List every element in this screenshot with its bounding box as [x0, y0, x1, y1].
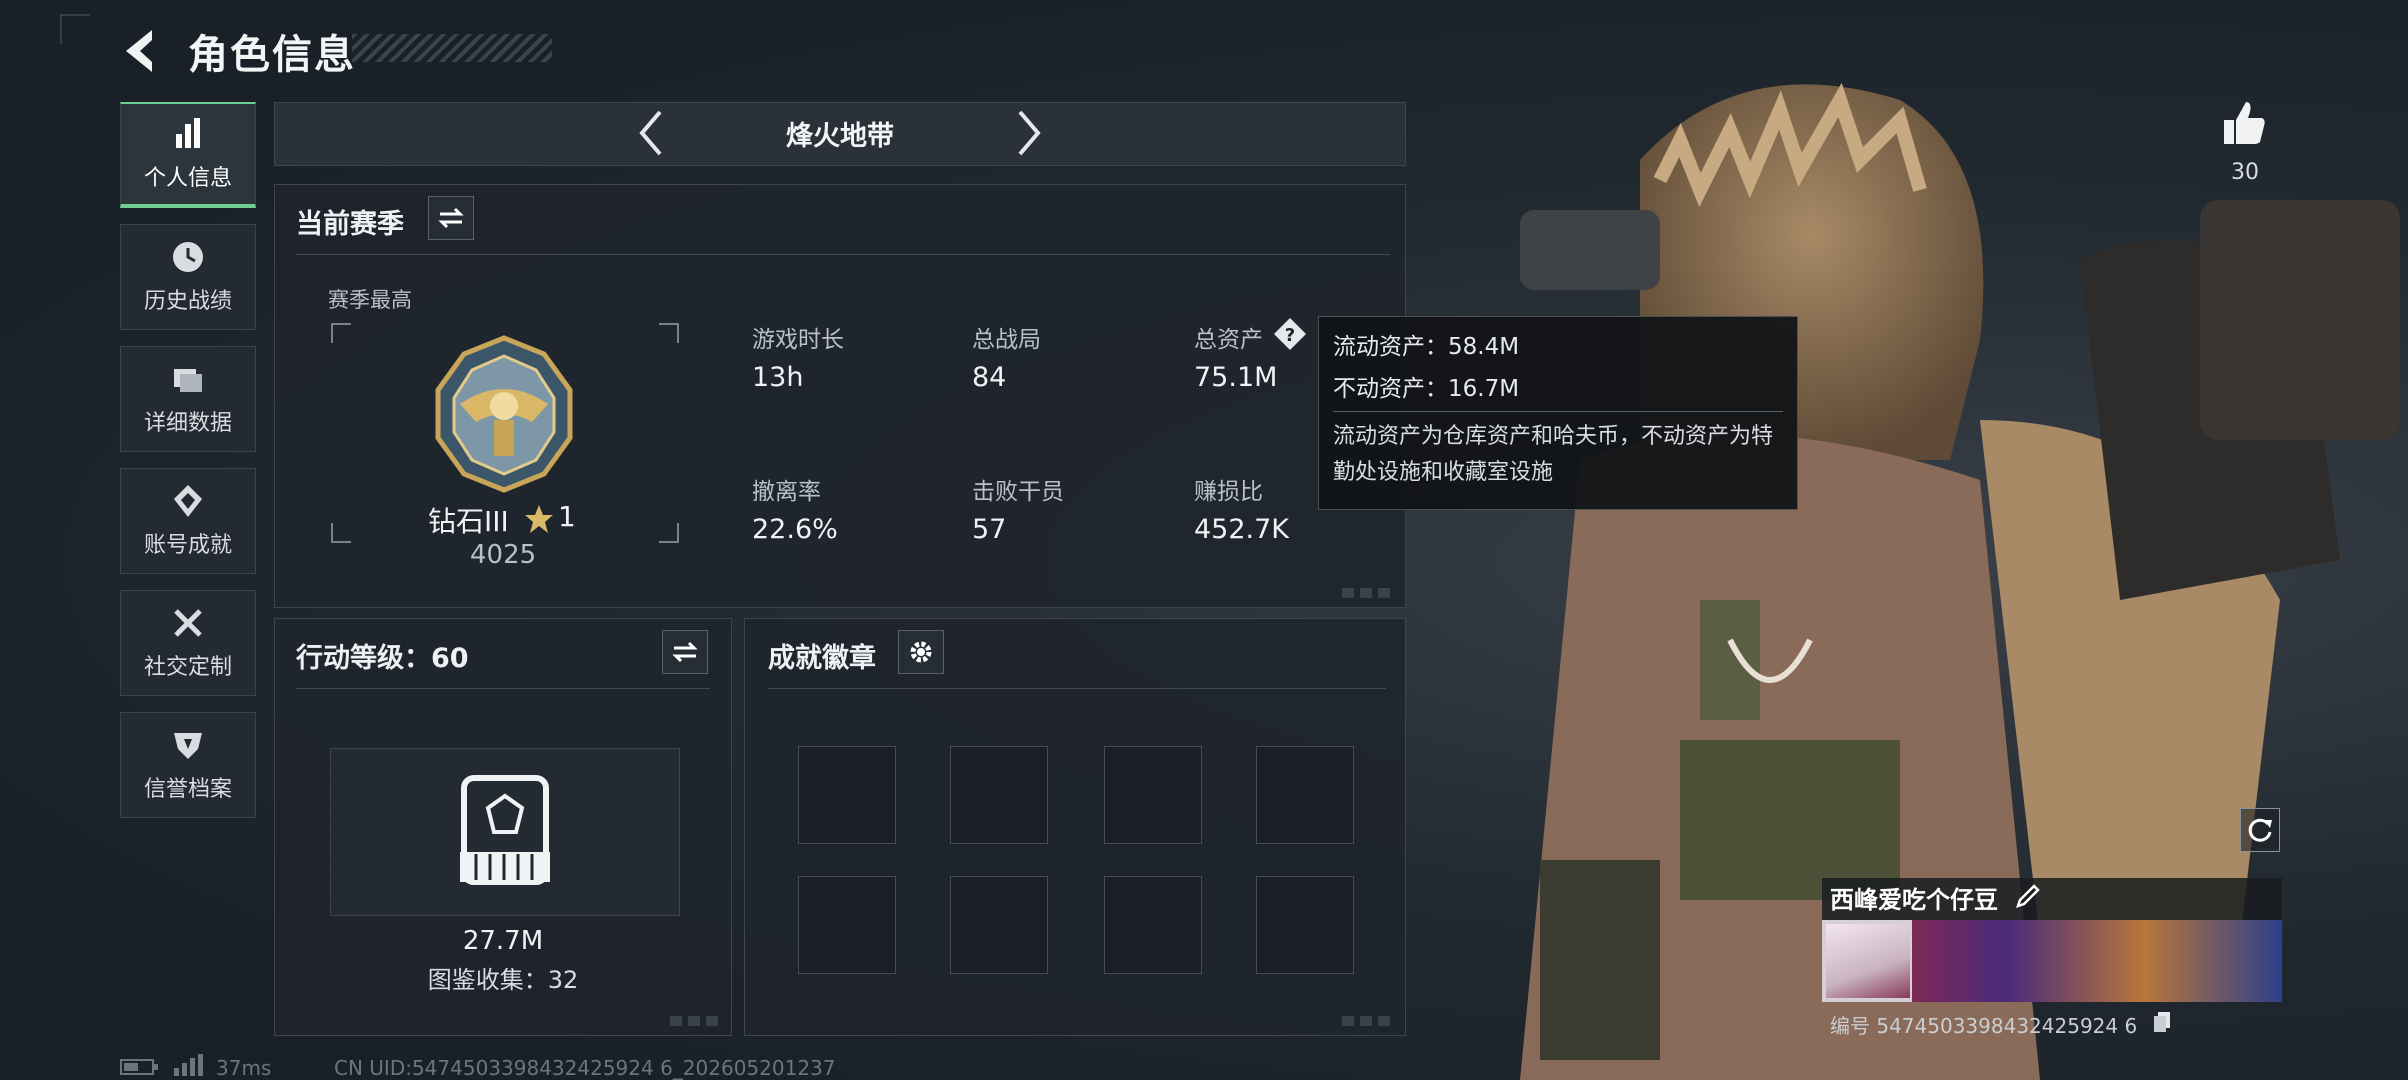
- svg-text:?: ?: [1285, 325, 1295, 346]
- shield-icon: [174, 733, 202, 759]
- stat-value-matches: 84: [972, 362, 1007, 393]
- assets-tooltip: 流动资产：58.4M 不动资产：16.7M 流动资产为仓库资产和哈夫币，不动资产…: [1318, 316, 1798, 510]
- stat-label-playtime: 游戏时长: [752, 327, 844, 353]
- chevron-right-icon[interactable]: [1008, 108, 1048, 158]
- action-level-title: 行动等级：60: [296, 643, 469, 674]
- divider: [296, 254, 1390, 255]
- achievement-slot[interactable]: [1256, 746, 1354, 844]
- page-title: 角色信息: [188, 32, 356, 78]
- achievement-settings-button[interactable]: [898, 630, 944, 674]
- sidebar-item-personal-info[interactable]: 个人信息: [120, 102, 256, 208]
- chevron-left-icon[interactable]: [632, 108, 672, 158]
- sidebar-item-history[interactable]: 历史战绩: [120, 224, 256, 330]
- refresh-icon: [2248, 818, 2272, 842]
- stat-label-profit-ratio: 赚损比: [1194, 479, 1263, 505]
- rotate-model-button[interactable]: [2240, 808, 2280, 852]
- achievement-slot[interactable]: [1256, 876, 1354, 974]
- player-id: 编号 5474503398432425924 6: [1830, 1014, 2138, 1038]
- rank-badge-icon: [435, 335, 573, 493]
- achievement-slot[interactable]: [1104, 746, 1202, 844]
- stat-value-assets: 75.1M: [1194, 362, 1278, 393]
- achievement-slot[interactable]: [798, 876, 896, 974]
- season-best-label: 赛季最高: [328, 288, 412, 312]
- switch-level-button[interactable]: [662, 630, 708, 674]
- tooltip-liquid-assets: 流动资产：58.4M: [1333, 334, 1520, 360]
- sidebar-item-reputation[interactable]: 信誉档案: [120, 712, 256, 818]
- sidebar-item-label: 账号成就: [143, 533, 232, 558]
- achievement-slot[interactable]: [1104, 876, 1202, 974]
- achievement-slot[interactable]: [950, 746, 1048, 844]
- uid: CN UID:5474503398432425924 6_20260520123…: [334, 1056, 836, 1080]
- ping: 37ms: [216, 1056, 272, 1080]
- achievement-slot[interactable]: [798, 746, 896, 844]
- title-decoration: [352, 34, 552, 62]
- gear-icon: [910, 641, 932, 663]
- stat-label-extract-rate: 撤离率: [752, 479, 821, 505]
- sidebar-item-label: 历史战绩: [143, 289, 232, 314]
- sidebar-item-label: 个人信息: [143, 166, 232, 191]
- tooltip-fixed-assets: 不动资产：16.7M: [1333, 376, 1520, 402]
- bar-chart-icon: [176, 118, 200, 148]
- stat-value-kills: 57: [972, 514, 1007, 545]
- swap-icon: [672, 641, 698, 663]
- panel-corner-decoration: [1342, 588, 1396, 598]
- sidebar-item-label: 详细数据: [143, 411, 232, 436]
- achievement-icon: [174, 485, 202, 517]
- achievements-title: 成就徽章: [768, 643, 876, 674]
- switch-season-button[interactable]: [428, 196, 474, 240]
- rank-name: 钻石III: [428, 505, 509, 538]
- stat-value-playtime: 13h: [752, 362, 804, 393]
- help-icon[interactable]: ?: [1272, 316, 1308, 352]
- divider: [296, 688, 710, 689]
- achievement-slot[interactable]: [950, 876, 1048, 974]
- stat-label-matches: 总战局: [972, 327, 1041, 353]
- rank-stars: 1: [558, 500, 576, 533]
- star-icon: [525, 505, 553, 533]
- edit-icon[interactable]: [2014, 882, 2042, 910]
- sidebar-item-label: 信誉档案: [143, 777, 232, 802]
- sidebar-item-detailed-data[interactable]: 详细数据: [120, 346, 256, 452]
- folder-icon: [174, 369, 202, 392]
- stat-label-kills: 击败干员: [972, 479, 1064, 505]
- tools-icon: [174, 609, 202, 637]
- panel-corner-decoration: [1342, 1016, 1396, 1026]
- corner-decoration: [60, 14, 90, 44]
- sidebar-item-social[interactable]: 社交定制: [120, 590, 256, 696]
- season-title: 当前赛季: [296, 209, 404, 240]
- clock-icon: [173, 242, 203, 272]
- collection-value: 27.7M: [462, 926, 544, 956]
- copy-icon[interactable]: [2152, 1010, 2172, 1034]
- stat-value-extract-rate: 22.6%: [752, 514, 838, 545]
- sidebar-item-label: 社交定制: [143, 655, 232, 680]
- swap-icon: [438, 207, 464, 229]
- player-name: 西峰爱吃个仔豆: [1830, 886, 1998, 914]
- back-arrow-icon[interactable]: [118, 26, 168, 76]
- panel-corner-decoration: [670, 1016, 724, 1026]
- tooltip-description: 流动资产为仓库资产和哈夫币，不动资产为特勤处设施和收藏室设施: [1333, 424, 1774, 485]
- stat-label-assets: 总资产: [1194, 327, 1263, 353]
- mode-label: 烽火地带: [786, 121, 894, 152]
- stat-value-profit-ratio: 452.7K: [1194, 514, 1290, 545]
- avatar[interactable]: [1826, 924, 1910, 998]
- like-count: 30: [2231, 160, 2259, 185]
- sidebar-item-achievements[interactable]: 账号成就: [120, 468, 256, 574]
- collection-count: 图鉴收集：32: [427, 966, 579, 994]
- signal-icon: [174, 1054, 203, 1076]
- collection-cabinet-icon: [460, 775, 550, 885]
- battery-icon: [120, 1059, 158, 1075]
- divider: [1333, 411, 1783, 412]
- thumbs-up-icon[interactable]: [2220, 98, 2270, 148]
- divider: [768, 688, 1386, 689]
- rank-points: 4025: [470, 540, 537, 570]
